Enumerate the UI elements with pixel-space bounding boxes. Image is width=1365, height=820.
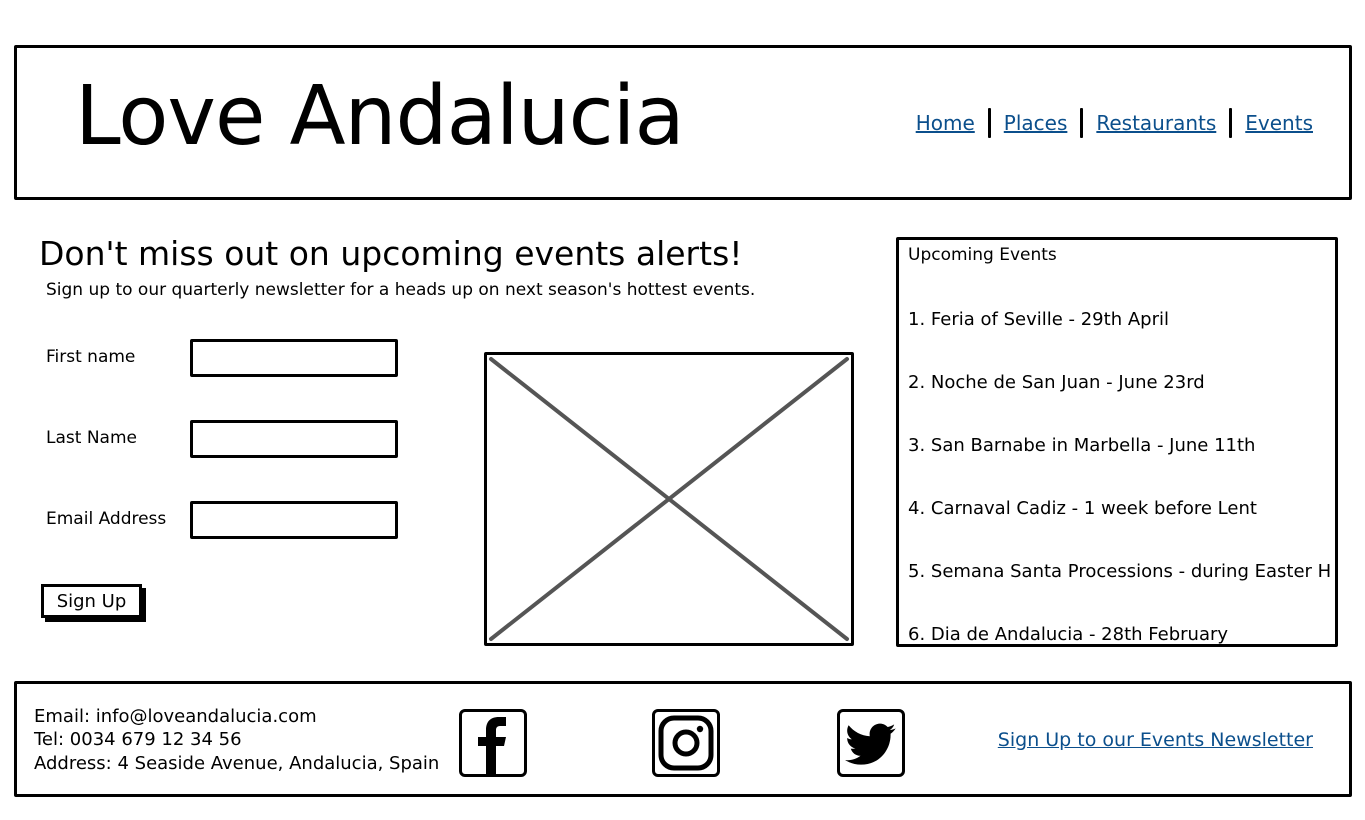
facebook-icon[interactable] bbox=[459, 709, 527, 777]
nav-divider bbox=[987, 108, 991, 138]
footer-phone: Tel: 0034 679 12 34 56 bbox=[34, 729, 242, 750]
nav-link-restaurants[interactable]: Restaurants bbox=[1096, 111, 1216, 135]
event-item: 5. Semana Santa Processions - during Eas… bbox=[908, 561, 1332, 582]
event-item: 3. San Barnabe in Marbella - June 11th bbox=[908, 435, 1256, 456]
footer-newsletter-link[interactable]: Sign Up to our Events Newsletter bbox=[998, 729, 1313, 751]
last-name-label: Last Name bbox=[46, 428, 137, 448]
instagram-icon[interactable] bbox=[652, 709, 720, 777]
page-subheading: Sign up to our quarterly newsletter for … bbox=[46, 280, 756, 300]
event-item: 4. Carnaval Cadiz - 1 week before Lent bbox=[908, 498, 1257, 519]
first-name-label: First name bbox=[46, 347, 136, 367]
email-field[interactable] bbox=[190, 501, 398, 539]
nav-link-places[interactable]: Places bbox=[1004, 111, 1068, 135]
event-item: 6. Dia de Andalucia - 28th February bbox=[908, 624, 1229, 645]
site-title: Love Andalucia bbox=[75, 69, 685, 164]
event-item: 2. Noche de San Juan - June 23rd bbox=[908, 372, 1205, 393]
footer-email: Email: info@loveandalucia.com bbox=[34, 706, 317, 727]
sign-up-button[interactable]: Sign Up bbox=[41, 584, 142, 618]
placeholder-cross-icon bbox=[489, 357, 849, 641]
events-panel-title: Upcoming Events bbox=[908, 245, 1057, 265]
email-address-label: Email Address bbox=[46, 509, 167, 529]
first-name-field[interactable] bbox=[190, 339, 398, 377]
twitter-icon[interactable] bbox=[837, 709, 905, 777]
footer-address: Address: 4 Seaside Avenue, Andalucia, Sp… bbox=[34, 753, 440, 774]
site-header: Love Andalucia Home Places Restaurants E… bbox=[14, 45, 1352, 200]
nav-link-events[interactable]: Events bbox=[1245, 111, 1313, 135]
last-name-field[interactable] bbox=[190, 420, 398, 458]
main-nav: Home Places Restaurants Events bbox=[916, 108, 1313, 138]
image-placeholder bbox=[484, 352, 854, 646]
upcoming-events-panel: Upcoming Events 1. Feria of Seville - 29… bbox=[896, 237, 1338, 647]
nav-link-home[interactable]: Home bbox=[916, 111, 975, 135]
nav-divider bbox=[1229, 108, 1233, 138]
site-footer: Email: info@loveandalucia.com Tel: 0034 … bbox=[14, 681, 1352, 797]
nav-divider bbox=[1080, 108, 1084, 138]
page-heading: Don't miss out on upcoming events alerts… bbox=[39, 234, 743, 273]
event-item: 1. Feria of Seville - 29th April bbox=[908, 309, 1169, 330]
